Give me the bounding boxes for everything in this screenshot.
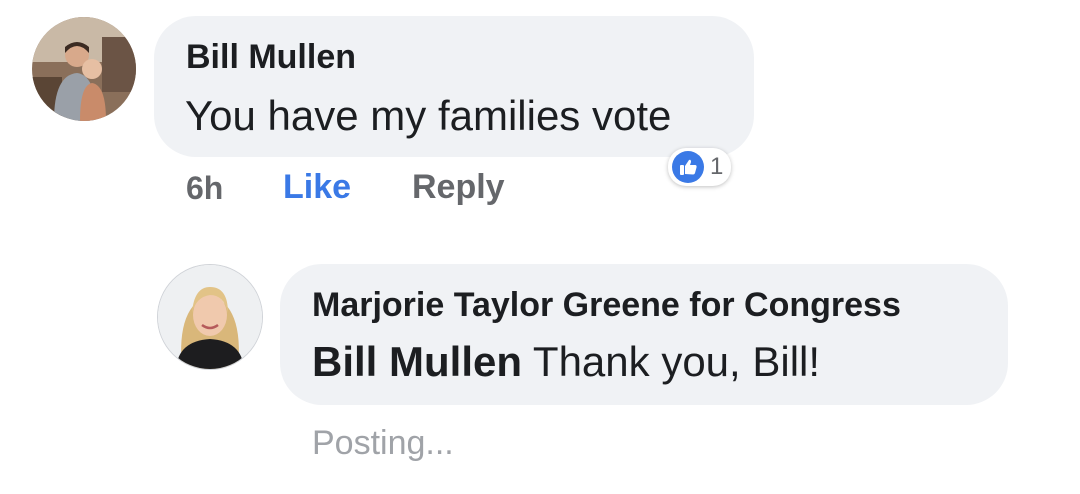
reply-button[interactable]: Reply [412,168,505,207]
comment-text: You have my families vote [185,92,672,139]
comment-avatar[interactable] [32,17,136,121]
reply-text: Bill Mullen Thank you, Bill! [312,338,820,386]
reply-message: Thank you, Bill! [532,338,821,385]
reaction-count: 1 [710,153,724,180]
comment-timestamp[interactable]: 6h [186,170,223,207]
like-button[interactable]: Like [283,168,351,207]
reply-avatar[interactable] [158,265,262,369]
profile-photo-blonde-woman-icon [158,265,262,369]
comment-author[interactable]: Bill Mullen [186,38,356,77]
profile-photo-father-with-child-icon [32,17,136,121]
posting-status: Posting... [312,424,454,462]
thumbs-up-icon [672,151,704,183]
reply-mention[interactable]: Bill Mullen [312,338,522,385]
reply-author[interactable]: Marjorie Taylor Greene for Congress [312,286,901,325]
reaction-summary[interactable]: 1 [668,148,732,186]
